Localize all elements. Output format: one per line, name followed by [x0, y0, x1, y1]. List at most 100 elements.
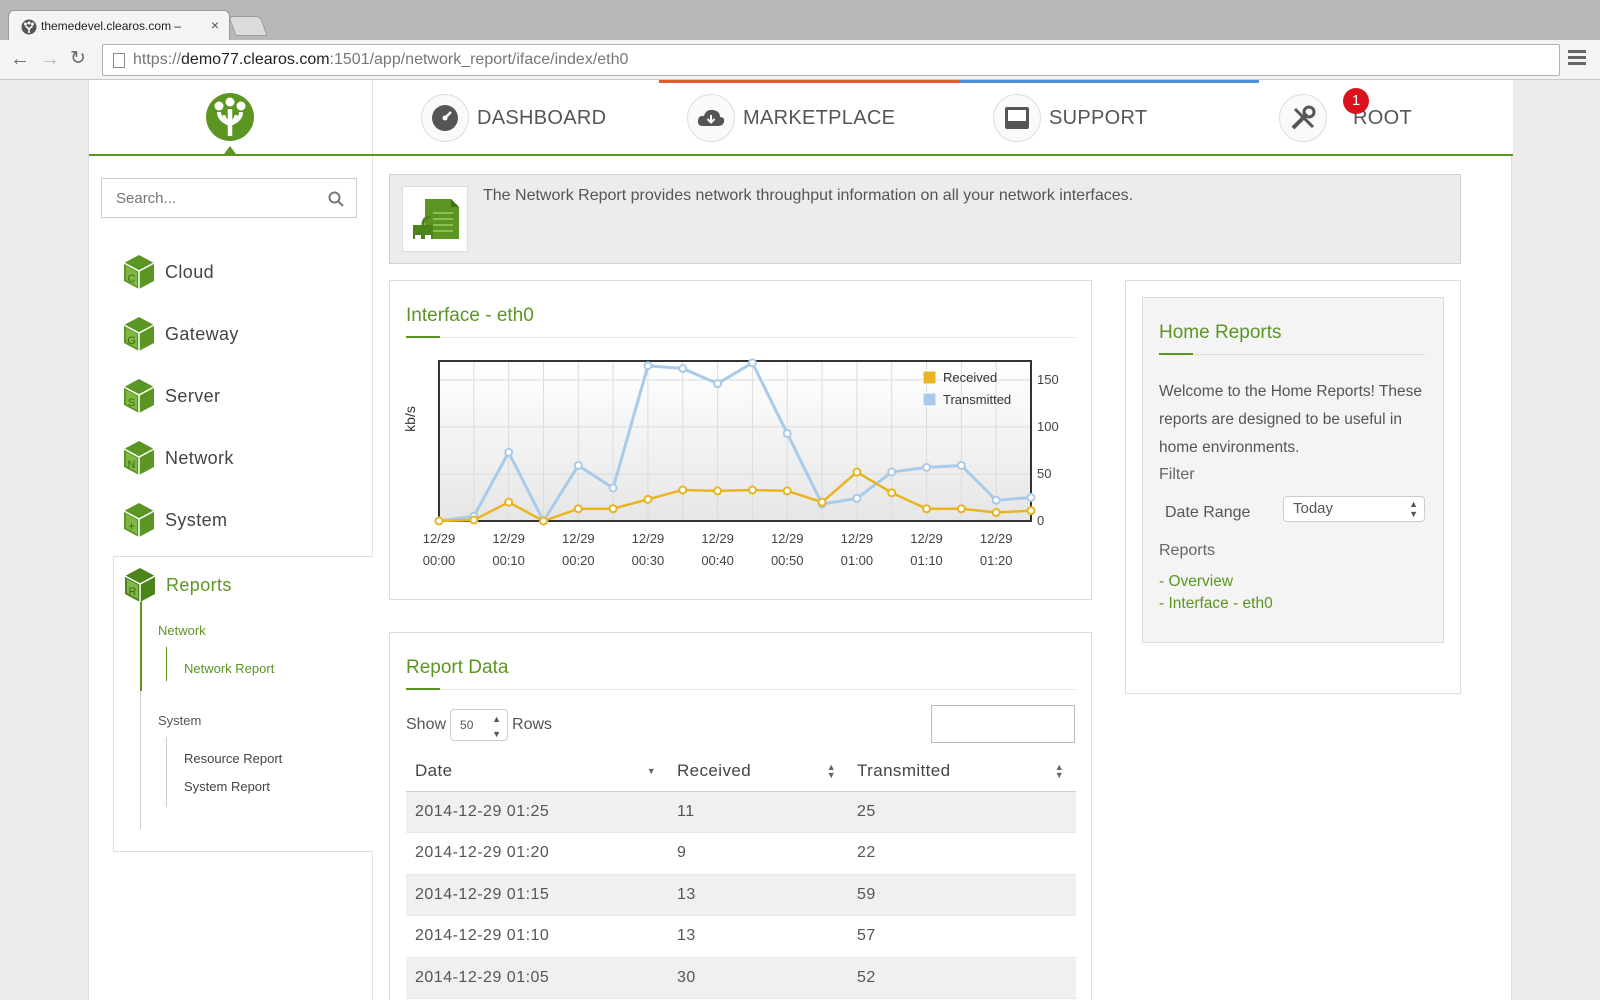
date-range-select[interactable]: Today ▲ ▼: [1283, 496, 1425, 522]
cell-received: 13: [668, 874, 848, 916]
top-navigation: DASHBOARD MARKETPLACE SUPPORT ROOT 1: [89, 80, 1513, 156]
forward-arrow-icon[interactable]: →: [40, 49, 60, 69]
svg-text:S: S: [128, 397, 135, 409]
back-arrow-icon[interactable]: ←: [10, 49, 30, 69]
report-table: Date ▼ Received ▲ ▼ Transmitted ▲ ▼ 2014-12-2…: [406, 751, 1076, 999]
tree-tick: [166, 737, 167, 807]
sidebar-item-reports[interactable]: R Reports: [124, 567, 232, 603]
data-point-received: [782, 486, 792, 496]
column-header-transmitted[interactable]: Transmitted ▲ ▼: [848, 751, 1076, 792]
clearos-logo-icon[interactable]: [205, 92, 255, 142]
search-box[interactable]: [101, 178, 357, 218]
data-point-received: [469, 515, 479, 525]
x-tick-label-date: 12/29: [492, 531, 525, 546]
sidebar-item-cloud[interactable]: C Cloud: [123, 254, 214, 290]
sidebar-item-system-report[interactable]: System Report: [184, 779, 270, 794]
x-tick-label-date: 12/29: [423, 531, 456, 546]
column-header-received[interactable]: Received ▲ ▼: [668, 751, 848, 792]
data-point-received: [922, 504, 932, 514]
x-tick-label-time: 01:00: [841, 553, 874, 568]
network-report-icon: [402, 186, 468, 252]
column-header-date[interactable]: Date ▼: [406, 751, 668, 792]
search-input[interactable]: [102, 179, 322, 217]
data-point-transmitted: [852, 493, 862, 503]
table-header-row: Date ▼ Received ▲ ▼ Transmitted ▲ ▼: [406, 751, 1076, 792]
x-tick-label-date: 12/29: [701, 531, 734, 546]
sidebar-item-network-label: Network: [165, 447, 234, 468]
y-tick-label: 50: [1037, 466, 1051, 481]
data-point-received: [852, 467, 862, 477]
y-axis-label: kb/s: [402, 406, 418, 432]
y-tick-label: 0: [1037, 513, 1044, 528]
data-point-transmitted: [573, 460, 583, 470]
date-range-value: Today: [1293, 500, 1334, 517]
rows-select[interactable]: 50 ▲ ▼: [450, 709, 509, 741]
data-point-received: [887, 488, 897, 498]
sidebar-item-system[interactable]: + System: [123, 502, 227, 538]
filter-heading: Filter: [1159, 466, 1195, 483]
search-icon[interactable]: [328, 191, 344, 207]
cloud-download-icon: [687, 94, 735, 142]
table-row[interactable]: 2014-12-29 01:20 9 22: [406, 832, 1076, 875]
data-point-received: [1026, 506, 1036, 516]
sidebar: C Cloud G Gateway S Server N Network + S…: [89, 156, 373, 1000]
reports-group-network[interactable]: Network: [158, 623, 206, 638]
table-row[interactable]: 2014-12-29 01:05 30 52: [406, 957, 1076, 999]
sidebar-item-system-label: System: [165, 509, 228, 530]
cell-transmitted: 25: [848, 791, 1076, 833]
tab-close-icon[interactable]: ×: [211, 17, 219, 33]
sidebar-item-network-report[interactable]: Network Report: [184, 661, 274, 676]
link-interface-eth0[interactable]: - Interface - eth0: [1159, 595, 1273, 613]
select-arrows-icon: ▲ ▼: [1409, 499, 1418, 519]
rows-select-value: 50: [460, 718, 474, 732]
gauge-icon: [421, 94, 469, 142]
info-text: The Network Report provides network thro…: [483, 187, 1134, 204]
sidebar-item-server[interactable]: S Server: [123, 378, 220, 414]
cell-transmitted: 22: [848, 832, 1076, 875]
table-row[interactable]: 2014-12-29 01:15 13 59: [406, 874, 1076, 916]
inbox-icon: [993, 94, 1041, 142]
sidebar-item-network[interactable]: N Network: [123, 440, 234, 476]
tools-icon: [1279, 94, 1327, 142]
browser-tab[interactable]: themedevel.clearos.com – ×: [8, 10, 230, 42]
x-tick-label-time: 00:10: [492, 553, 525, 568]
browser-menu-icon[interactable]: [1568, 50, 1586, 68]
home-reports-panel: Home Reports Welcome to the Home Reports…: [1142, 297, 1444, 643]
tab-title: themedevel.clearos.com –: [41, 19, 182, 33]
cell-date: 2014-12-29 01:10: [406, 915, 668, 958]
sidebar-item-gateway[interactable]: G Gateway: [123, 316, 239, 352]
reports-group-system[interactable]: System: [158, 713, 201, 728]
data-point-received: [573, 504, 583, 514]
nav-dashboard-label: DASHBOARD: [477, 106, 607, 129]
link-overview[interactable]: - Overview: [1159, 573, 1233, 591]
date-range-label: Date Range: [1165, 504, 1251, 521]
cell-received: 30: [668, 957, 848, 999]
sidebar-item-resource-report[interactable]: Resource Report: [184, 751, 282, 766]
title-rule: [406, 689, 1075, 690]
server-cube-icon: S: [123, 379, 155, 413]
data-point-transmitted: [643, 361, 653, 371]
logo-area: [89, 80, 373, 154]
table-filter-input[interactable]: [931, 705, 1075, 743]
reports-cube-icon: R: [124, 568, 156, 602]
data-point-transmitted: [678, 364, 688, 374]
sidebar-item-reports-label: Reports: [166, 574, 232, 595]
reload-icon[interactable]: ↻: [70, 49, 86, 69]
table-row[interactable]: 2014-12-29 01:25 11 25: [406, 791, 1076, 833]
title-rule: [406, 337, 1075, 338]
table-row[interactable]: 2014-12-29 01:10 13 57: [406, 915, 1076, 958]
x-tick-label-date: 12/29: [910, 531, 943, 546]
address-bar[interactable]: https://demo77.clearos.com:1501/app/netw…: [102, 44, 1560, 76]
top-color-bar: [659, 80, 1259, 83]
show-label: Show: [406, 716, 447, 733]
new-tab-button[interactable]: [228, 16, 268, 36]
title-rule: [1159, 354, 1425, 355]
url-text[interactable]: https://demo77.clearos.com:1501/app/netw…: [133, 51, 628, 69]
nav-marketplace[interactable]: MARKETPLACE: [687, 90, 895, 146]
sidebar-item-gateway-label: Gateway: [165, 323, 239, 344]
nav-support[interactable]: SUPPORT: [993, 90, 1147, 146]
legend-swatch: [922, 370, 937, 385]
data-point-received: [713, 486, 723, 496]
nav-dashboard[interactable]: DASHBOARD: [421, 90, 606, 146]
notification-badge[interactable]: 1: [1343, 88, 1369, 114]
